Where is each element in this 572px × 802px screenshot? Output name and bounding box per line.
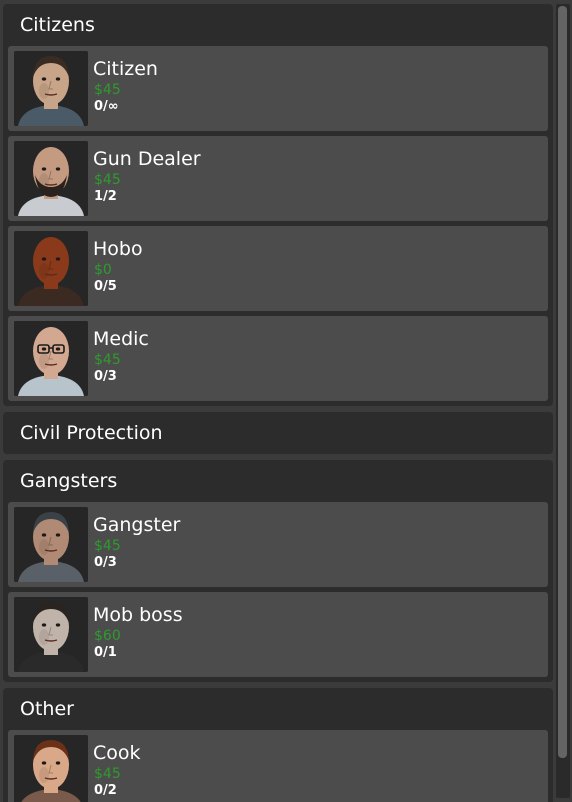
job-price: $45 [94,538,121,554]
job-portrait [14,735,88,802]
category-header[interactable]: Civil Protection [8,412,548,454]
job-name: Medic [93,328,149,350]
category-citizens: Citizens Citizen $45 0/∞ Gun Dealer $45 1/2 Hob… [3,4,553,406]
job-name: Citizen [93,58,158,80]
job-row-medic[interactable]: Medic $45 0/3 [8,316,548,401]
job-row-mob-boss[interactable]: Mob boss $60 0/1 [8,592,548,677]
job-name: Hobo [93,238,143,260]
job-row-hobo[interactable]: Hobo $0 0/5 [8,226,548,311]
category-header[interactable]: Citizens [8,4,548,46]
job-slots: 0/∞ [94,99,119,114]
job-portrait [14,231,88,306]
job-price: $45 [94,352,121,368]
job-portrait [14,597,88,672]
category-other: Other Cook $45 0/2 [3,688,553,802]
job-price: $45 [94,766,121,782]
job-portrait [14,321,88,396]
job-slots: 0/3 [94,369,117,384]
job-name: Gun Dealer [93,148,201,170]
category-civil-protection: Civil Protection [3,412,553,454]
job-slots: 0/2 [94,783,117,798]
category-header[interactable]: Gangsters [8,460,548,502]
job-slots: 0/5 [94,279,117,294]
job-portrait [14,507,88,582]
scrollbar-thumb[interactable] [558,6,567,758]
job-name: Gangster [93,514,181,536]
job-portrait [14,141,88,216]
job-row-gun-dealer[interactable]: Gun Dealer $45 1/2 [8,136,548,221]
job-list: Citizens Citizen $45 0/∞ Gun Dealer $45 1/2 Hob… [3,4,553,802]
category-gangsters: Gangsters Gangster $45 0/3 Mob boss $60 0/1 [3,460,553,682]
job-slots: 1/2 [94,189,117,204]
job-row-cook[interactable]: Cook $45 0/2 [8,730,548,802]
job-name: Mob boss [93,604,183,626]
job-price: $45 [94,82,121,98]
job-price: $0 [94,262,112,278]
job-portrait [14,51,88,126]
category-header[interactable]: Other [8,688,548,730]
job-row-gangster[interactable]: Gangster $45 0/3 [8,502,548,587]
job-price: $45 [94,172,121,188]
job-row-citizen[interactable]: Citizen $45 0/∞ [8,46,548,131]
job-slots: 0/3 [94,555,117,570]
job-price: $60 [94,628,121,644]
job-name: Cook [93,742,141,764]
job-slots: 0/1 [94,645,117,660]
scrollbar[interactable] [556,4,570,798]
